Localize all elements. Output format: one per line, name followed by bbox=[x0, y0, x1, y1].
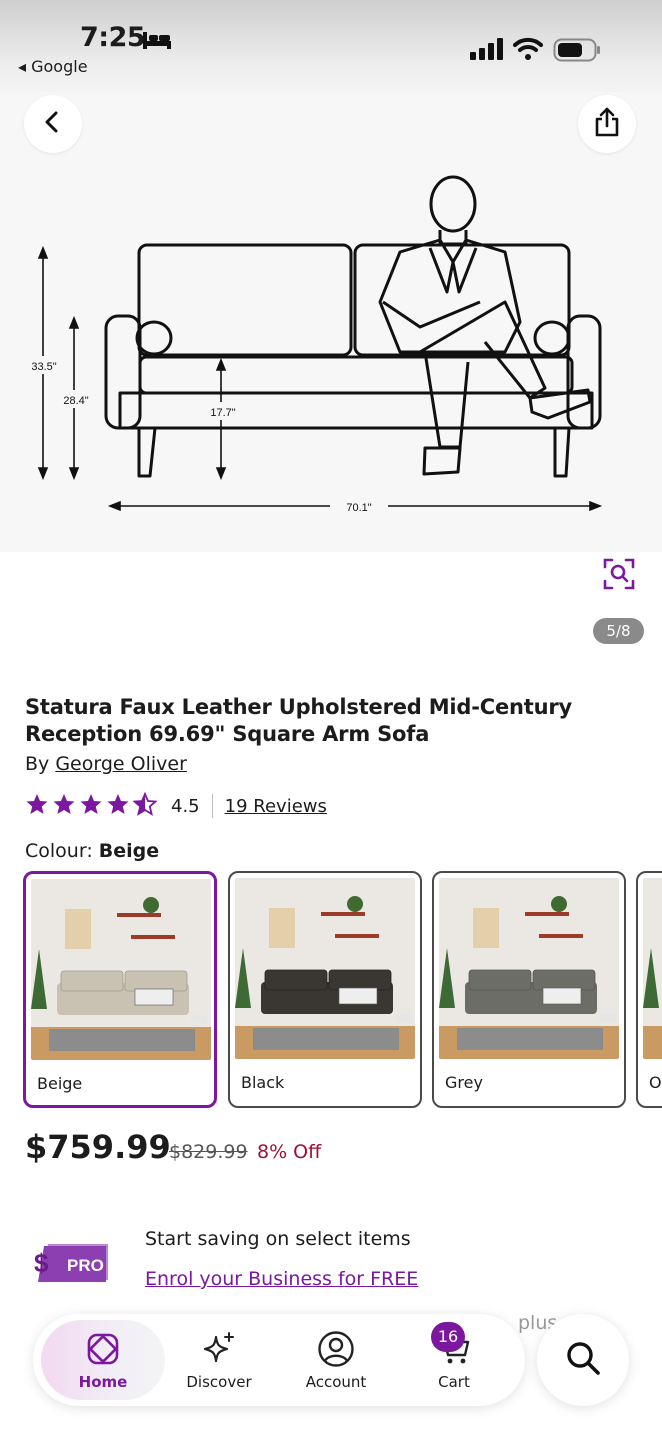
share-icon bbox=[594, 107, 620, 141]
product-image-gallery[interactable]: 33.5" 28.4" 17.7" 70.1" bbox=[0, 92, 662, 552]
rating-value: 4.5 bbox=[171, 795, 200, 817]
sale-price: $759.99 bbox=[25, 1128, 171, 1166]
swatch-label: Black bbox=[241, 1073, 285, 1092]
dimension-seat-height: 17.7" bbox=[210, 407, 235, 419]
zoom-search-icon[interactable] bbox=[602, 557, 636, 595]
brand-link[interactable]: George Oliver bbox=[55, 753, 187, 775]
nav-discover[interactable]: Discover bbox=[160, 1314, 278, 1406]
enrol-business-link[interactable]: Enrol your Business for FREE bbox=[145, 1268, 418, 1290]
discount-badge: 8% Off bbox=[257, 1141, 322, 1163]
account-icon bbox=[317, 1329, 355, 1369]
home-icon bbox=[85, 1329, 121, 1369]
svg-text:$: $ bbox=[34, 1248, 49, 1278]
dimension-height-arm: 28.4" bbox=[63, 395, 88, 407]
product-title: Statura Faux Leather Upholstered Mid-Cen… bbox=[25, 695, 573, 746]
star-full-icon bbox=[52, 792, 76, 820]
sparkle-icon bbox=[201, 1329, 237, 1369]
swatch-partial[interactable]: O bbox=[636, 871, 662, 1108]
swatch-image bbox=[235, 878, 415, 1059]
colour-selector-label: Colour: Beige bbox=[25, 840, 159, 862]
cellular-signal-icon bbox=[470, 38, 504, 64]
nav-account[interactable]: Account bbox=[277, 1314, 395, 1406]
colour-swatch-list: Beige Black Grey O bbox=[23, 871, 662, 1109]
selected-colour: Beige bbox=[98, 840, 160, 862]
nav-cart-label: Cart bbox=[438, 1373, 470, 1391]
nav-home[interactable]: Home bbox=[41, 1320, 165, 1400]
pro-logo: $ PRO bbox=[34, 1240, 110, 1290]
back-button[interactable] bbox=[24, 95, 82, 153]
was-price: $829.99 bbox=[169, 1141, 248, 1163]
search-icon bbox=[564, 1339, 602, 1381]
star-full-icon bbox=[25, 792, 49, 820]
dimension-height-total: 33.5" bbox=[31, 361, 56, 373]
swatch-image bbox=[31, 879, 211, 1060]
pro-logo-text: PRO bbox=[67, 1256, 104, 1275]
image-counter: 5/8 bbox=[593, 618, 644, 644]
by-prefix: By bbox=[25, 753, 50, 775]
pro-promo-text: Start saving on select items bbox=[145, 1228, 411, 1250]
swatch-image bbox=[643, 878, 662, 1059]
swatch-beige[interactable]: Beige bbox=[23, 871, 217, 1108]
nav-home-label: Home bbox=[78, 1373, 128, 1391]
battery-icon bbox=[553, 38, 601, 66]
status-bar: 7:25 ◂ Google bbox=[0, 0, 662, 92]
nav-account-label: Account bbox=[305, 1373, 367, 1391]
swatch-label: Beige bbox=[37, 1074, 83, 1093]
swatch-image bbox=[439, 878, 619, 1059]
nav-fade bbox=[0, 1400, 662, 1440]
swatch-label: Grey bbox=[445, 1073, 483, 1092]
search-button[interactable] bbox=[537, 1314, 629, 1406]
reviews-link[interactable]: 19 Reviews bbox=[225, 796, 327, 817]
star-full-icon bbox=[79, 792, 103, 820]
star-half-icon bbox=[132, 791, 158, 820]
nav-discover-label: Discover bbox=[186, 1373, 252, 1391]
sleep-mode-icon bbox=[142, 30, 172, 54]
rating-divider bbox=[211, 794, 213, 818]
wifi-icon bbox=[513, 37, 543, 65]
back-to-app-link[interactable]: ◂ Google bbox=[18, 57, 88, 76]
chevron-left-icon bbox=[43, 111, 63, 137]
status-time: 7:25 bbox=[80, 22, 146, 53]
cart-count-badge: 16 bbox=[431, 1322, 465, 1352]
star-full-icon bbox=[106, 792, 130, 820]
dimension-width: 70.1" bbox=[346, 502, 371, 514]
colour-label: Colour: bbox=[25, 840, 93, 862]
share-button[interactable] bbox=[578, 95, 636, 153]
sofa-dimension-image: 33.5" 28.4" 17.7" 70.1" bbox=[24, 175, 603, 514]
swatch-grey[interactable]: Grey bbox=[432, 871, 626, 1108]
brand-line: By George Oliver bbox=[25, 753, 187, 775]
swatch-label: O bbox=[649, 1073, 662, 1092]
star-rating bbox=[25, 791, 158, 820]
rating-row: 4.5 19 Reviews bbox=[25, 791, 327, 820]
swatch-black[interactable]: Black bbox=[228, 871, 422, 1108]
